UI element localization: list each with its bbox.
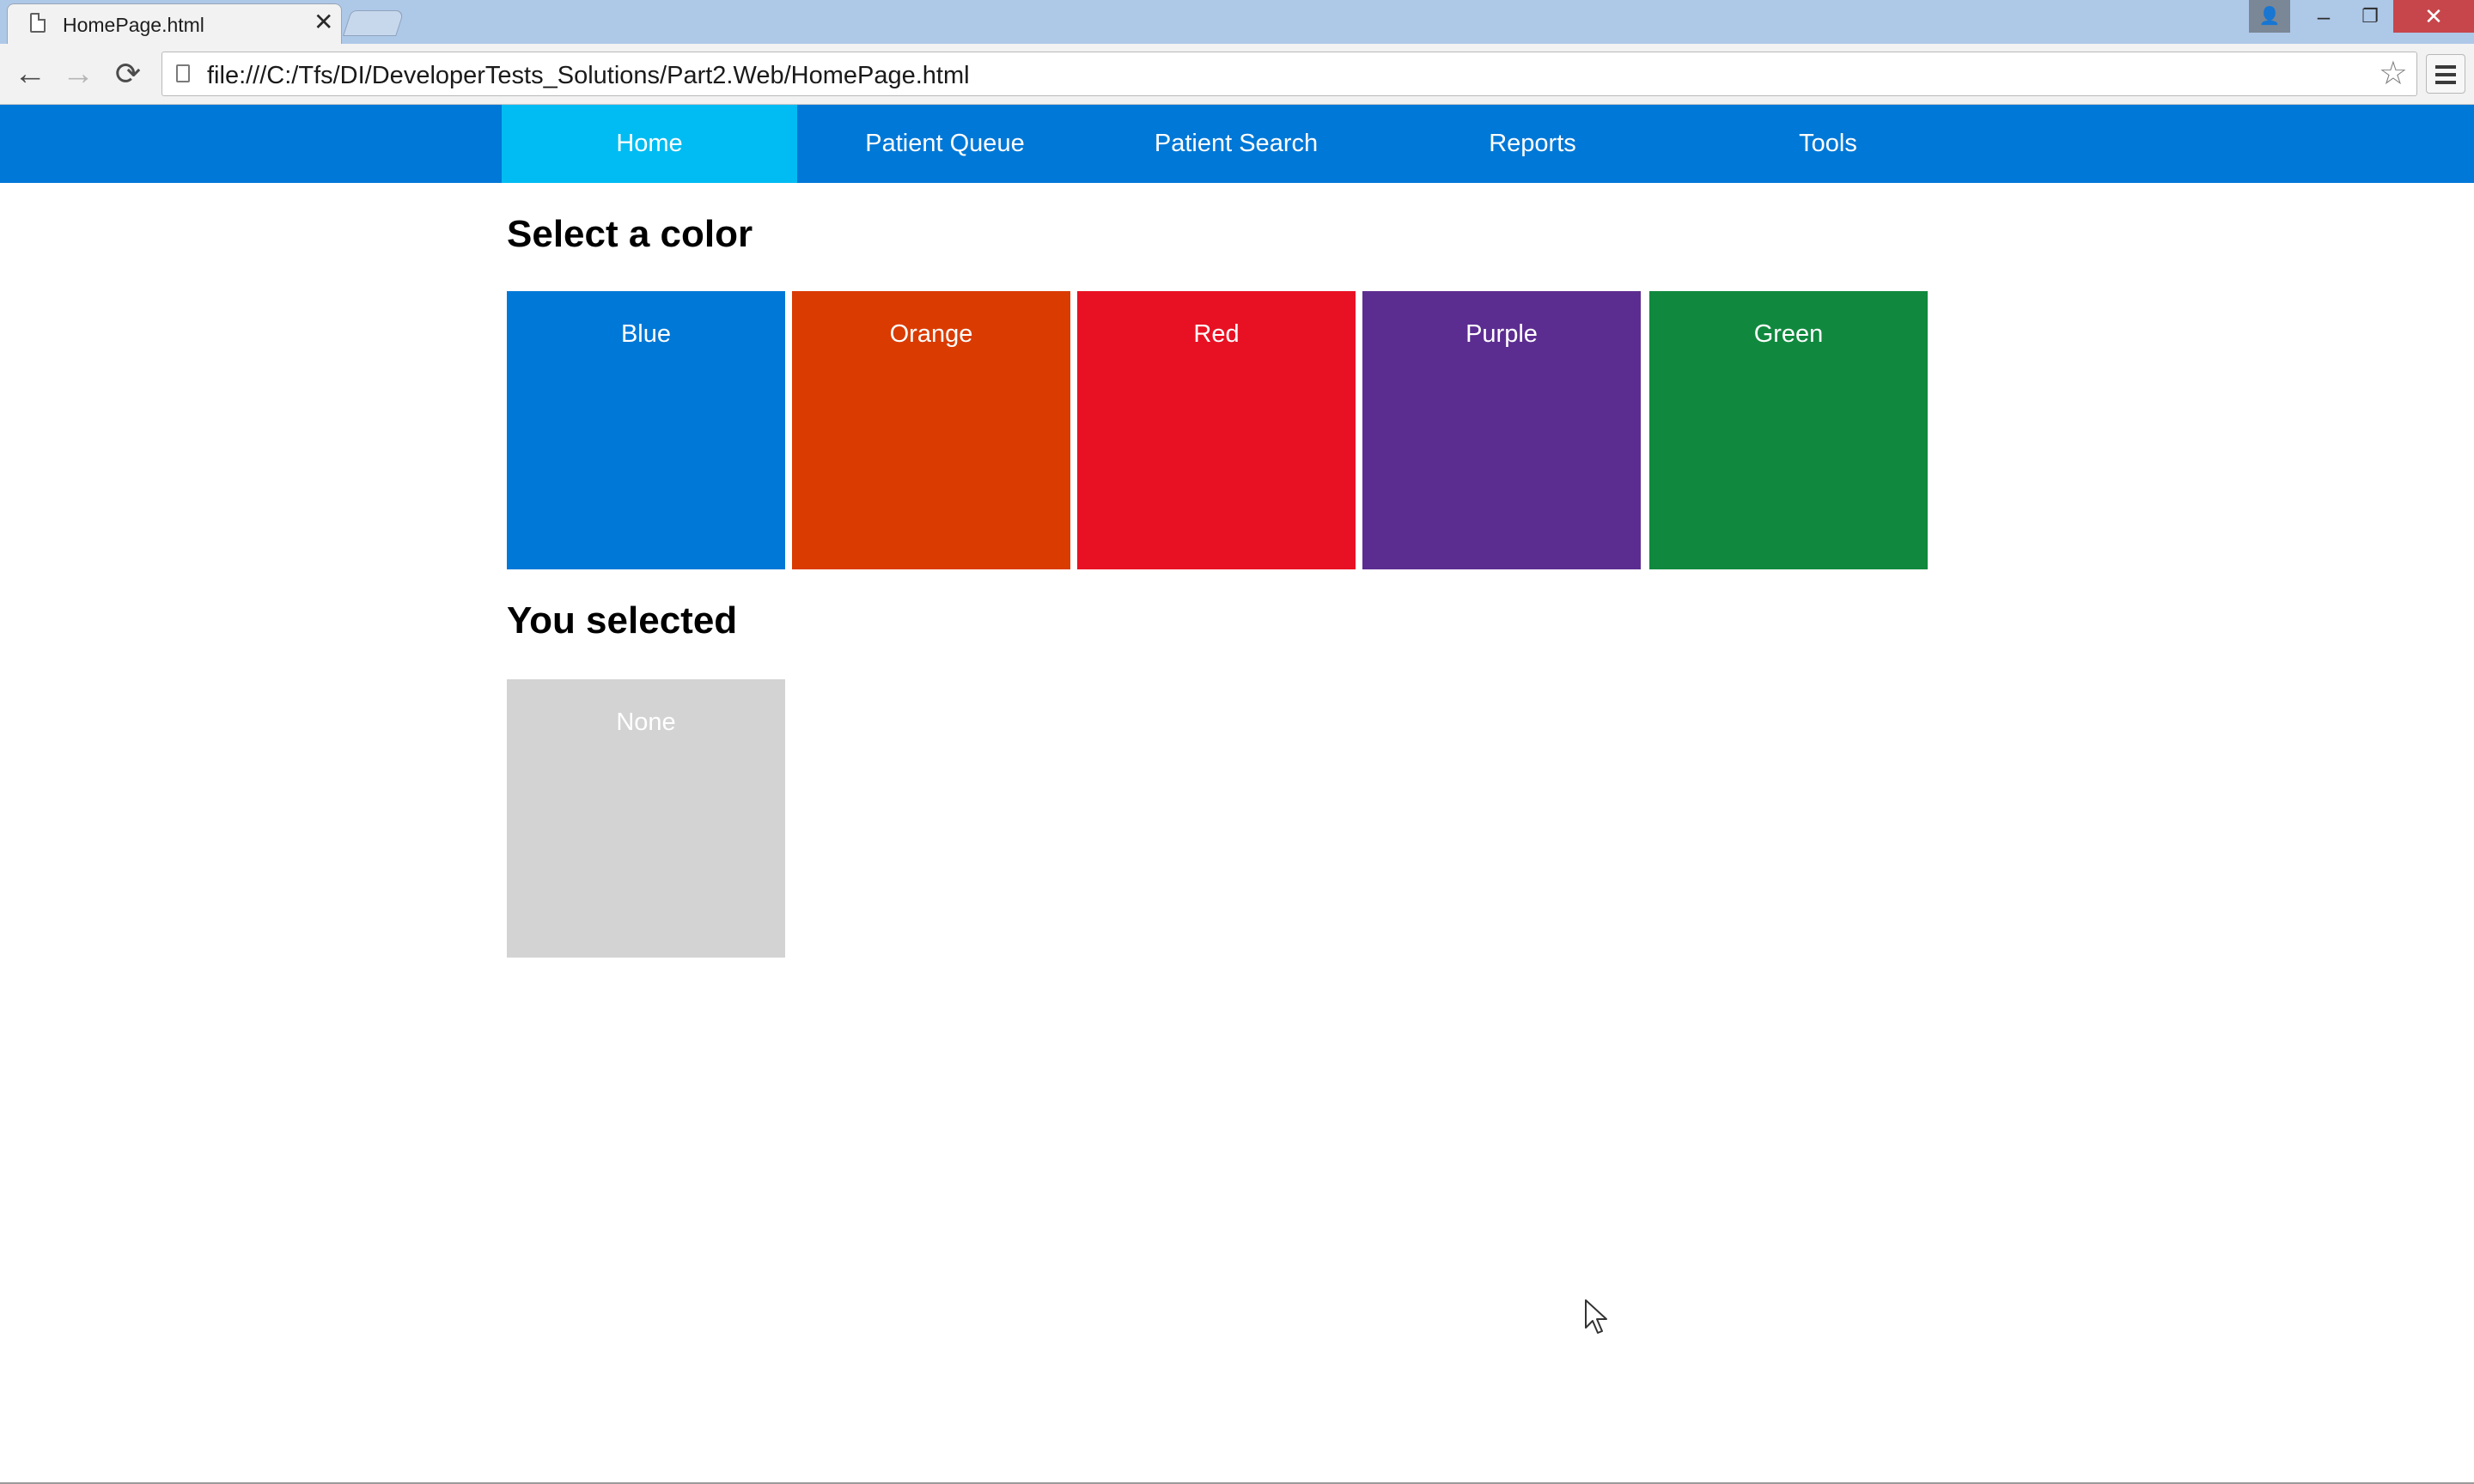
nav-item-tools[interactable]: Tools [1680, 105, 1976, 183]
color-tile-red[interactable]: Red [1077, 291, 1356, 569]
color-tile-blue[interactable]: Blue [507, 291, 785, 569]
page-icon [30, 13, 46, 33]
you-selected-heading: You selected [507, 599, 738, 642]
url-text[interactable]: file:///C:/Tfs/DI/DeveloperTests_Solutio… [207, 62, 970, 90]
selected-color-tile: None [507, 679, 785, 958]
color-tile-green[interactable]: Green [1649, 291, 1928, 569]
hamburger-menu-icon[interactable] [2426, 54, 2465, 94]
nav-item-reports[interactable]: Reports [1385, 105, 1680, 183]
profile-icon[interactable]: 👤 [2249, 0, 2290, 33]
nav-item-patient-search[interactable]: Patient Search [1088, 105, 1384, 183]
page-icon [176, 64, 190, 82]
star-icon[interactable]: ☆ [2379, 56, 2408, 92]
mouse-cursor-icon [1585, 1299, 1607, 1334]
forward-arrow-icon[interactable]: → [57, 52, 100, 95]
browser-tab[interactable]: HomePage.html ✕ [7, 3, 342, 44]
reload-icon[interactable]: ⟳ [107, 52, 149, 95]
back-arrow-icon[interactable]: ← [9, 52, 52, 95]
new-tab-button[interactable] [343, 10, 405, 36]
minimize-button[interactable]: – [2300, 0, 2347, 33]
color-tile-orange[interactable]: Orange [792, 291, 1070, 569]
page-viewport: Home Patient Queue Patient Search Report… [0, 105, 2474, 1484]
restore-button[interactable]: ❐ [2347, 0, 2393, 33]
select-color-heading: Select a color [507, 213, 753, 255]
window-titlebar: HomePage.html ✕ 👤 – ❐ ✕ [0, 0, 2474, 44]
nav-item-patient-queue[interactable]: Patient Queue [797, 105, 1093, 183]
color-tile-purple[interactable]: Purple [1362, 291, 1641, 569]
browser-toolbar: ← → ⟳ file:///C:/Tfs/DI/DeveloperTests_S… [0, 44, 2474, 105]
address-bar[interactable]: file:///C:/Tfs/DI/DeveloperTests_Solutio… [161, 52, 2417, 96]
top-navbar: Home Patient Queue Patient Search Report… [0, 105, 2474, 183]
tab-close-icon[interactable]: ✕ [314, 9, 333, 35]
tab-title: HomePage.html [63, 14, 204, 36]
nav-item-home[interactable]: Home [502, 105, 797, 183]
close-window-button[interactable]: ✕ [2393, 0, 2474, 33]
